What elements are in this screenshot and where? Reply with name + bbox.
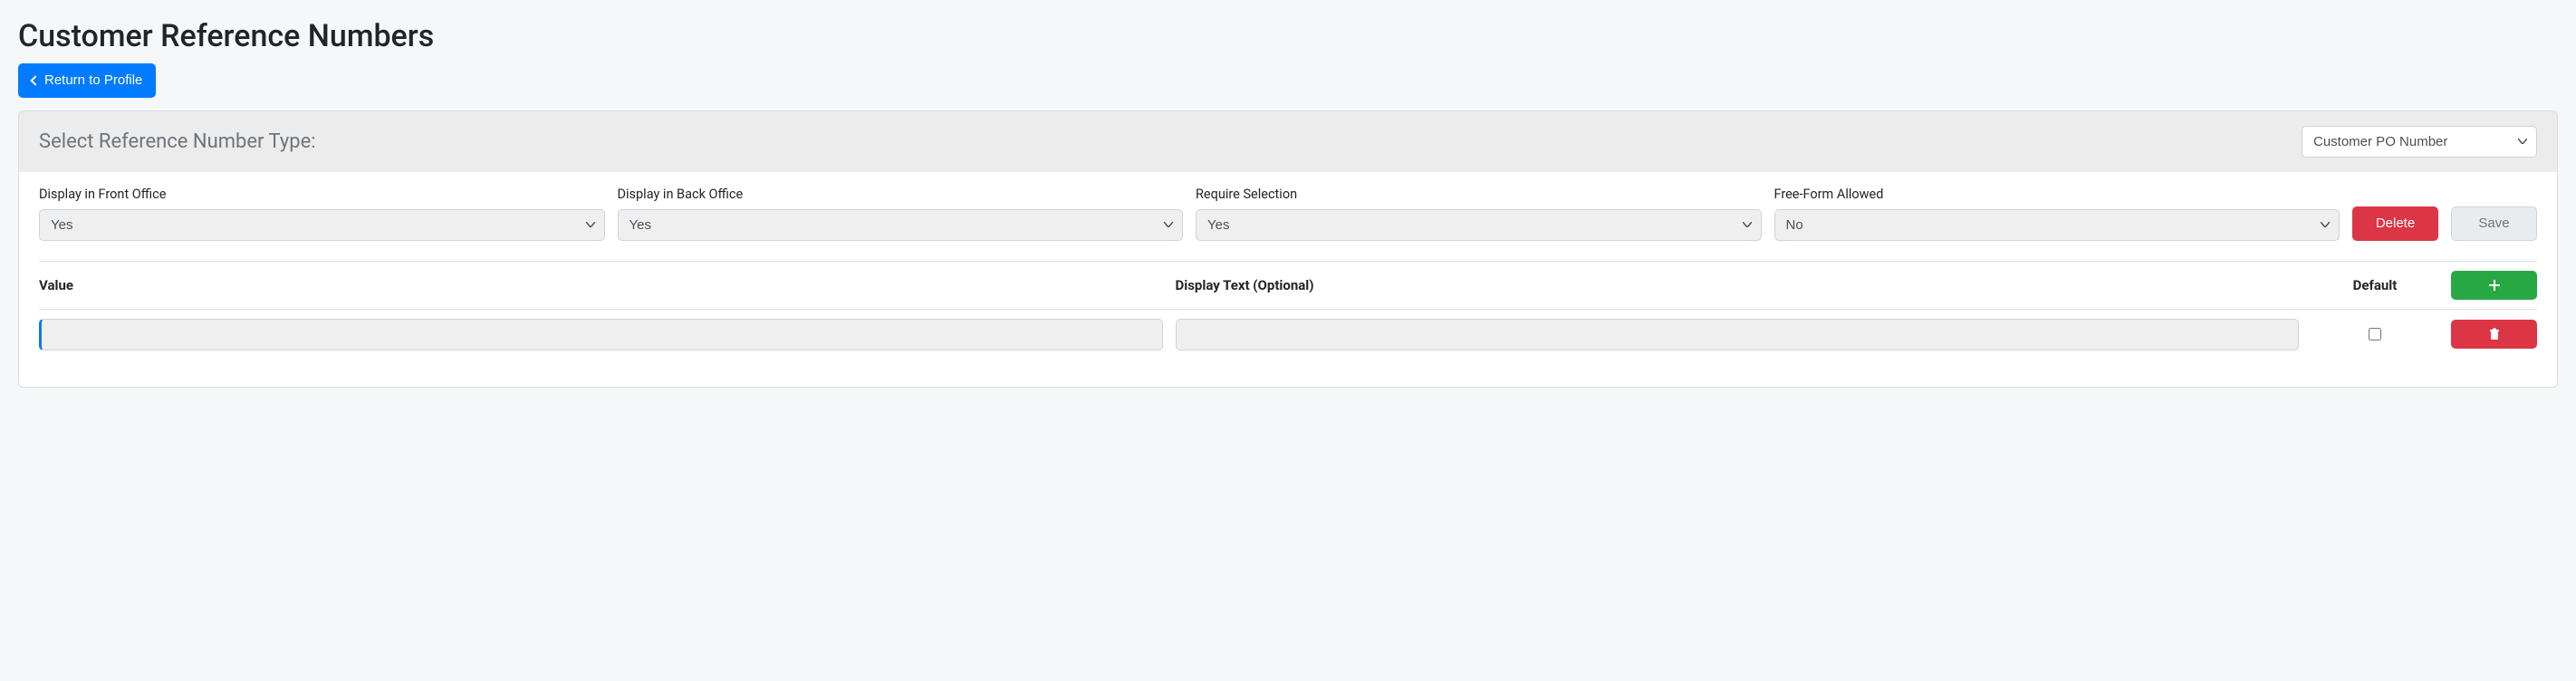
freeform-allowed-field: Free-Form Allowed No: [1774, 187, 2341, 241]
form-actions: Delete Save: [2352, 206, 2537, 241]
value-input[interactable]: [39, 319, 1163, 350]
panel-header: Select Reference Number Type: Customer P…: [19, 111, 2557, 172]
reference-numbers-panel: Select Reference Number Type: Customer P…: [18, 110, 2558, 388]
display-front-office-label: Display in Front Office: [39, 187, 605, 202]
page-title: Customer Reference Numbers: [18, 18, 2558, 54]
display-back-office-field: Display in Back Office Yes: [618, 187, 1184, 241]
delete-row-button[interactable]: [2451, 320, 2537, 349]
freeform-allowed-select[interactable]: No: [1774, 209, 2341, 241]
panel-body: Display in Front Office Yes Display in B…: [19, 172, 2557, 387]
col-header-display-text: Display Text (Optional): [1176, 277, 2300, 293]
col-header-action: [2451, 271, 2537, 300]
display-back-office-select[interactable]: Yes: [618, 209, 1184, 241]
plus-icon: [2488, 279, 2501, 292]
save-button[interactable]: Save: [2451, 206, 2537, 241]
options-row: Display in Front Office Yes Display in B…: [39, 187, 2537, 241]
require-selection-label: Require Selection: [1196, 187, 1762, 202]
values-table: Value Display Text (Optional) Default: [39, 261, 2537, 360]
display-front-office-field: Display in Front Office Yes: [39, 187, 605, 241]
return-to-profile-button[interactable]: Return to Profile: [18, 63, 156, 98]
freeform-allowed-label: Free-Form Allowed: [1774, 187, 2341, 202]
reference-type-select[interactable]: Customer PO Number: [2302, 126, 2537, 158]
panel-header-title: Select Reference Number Type:: [39, 130, 316, 153]
require-selection-field: Require Selection Yes: [1196, 187, 1762, 241]
delete-button[interactable]: Delete: [2352, 206, 2438, 241]
chevron-left-icon: [30, 75, 40, 85]
display-text-input[interactable]: [1176, 319, 2300, 350]
col-header-value: Value: [39, 277, 1163, 293]
display-back-office-label: Display in Back Office: [618, 187, 1184, 202]
require-selection-select[interactable]: Yes: [1196, 209, 1762, 241]
table-row: [39, 310, 2537, 360]
default-checkbox[interactable]: [2369, 328, 2381, 340]
col-header-default: Default: [2312, 277, 2438, 293]
return-to-profile-label: Return to Profile: [44, 72, 142, 90]
display-front-office-select[interactable]: Yes: [39, 209, 605, 241]
add-row-button[interactable]: [2451, 271, 2537, 300]
trash-icon: [2488, 328, 2501, 340]
table-header-row: Value Display Text (Optional) Default: [39, 262, 2537, 310]
